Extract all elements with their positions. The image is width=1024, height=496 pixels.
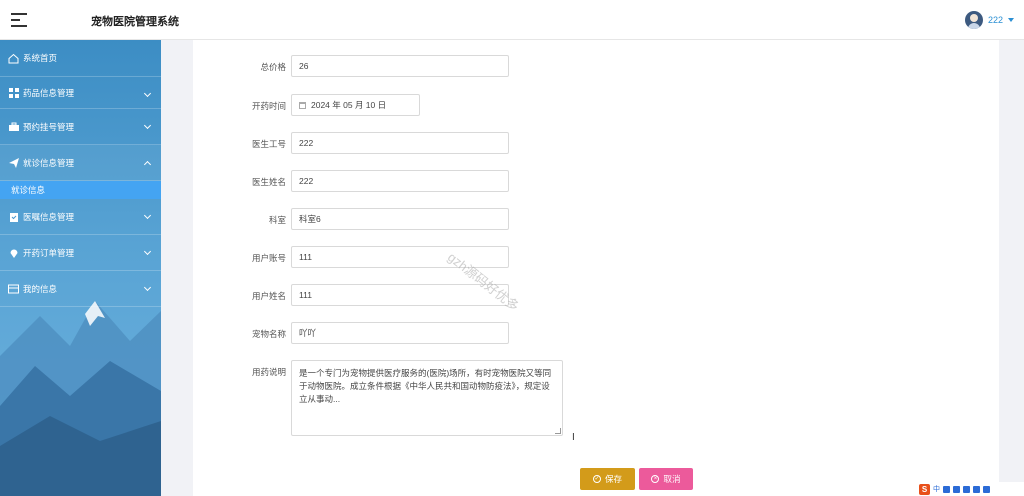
doctor-name-input[interactable]: 222 xyxy=(291,170,509,192)
sidebar-subitem-visit-info[interactable]: 就诊信息 xyxy=(0,181,161,199)
card-icon xyxy=(8,283,19,294)
briefcase-icon xyxy=(8,121,19,132)
home-icon xyxy=(8,53,19,64)
microphone-icon xyxy=(953,485,960,493)
check-circle-icon: ✓ xyxy=(592,475,601,483)
ime-toolbar[interactable]: S 中 xyxy=(917,482,1024,496)
form-row-user-account: 用户账号 111 xyxy=(193,246,999,268)
save-button-label: 保存 xyxy=(604,474,622,484)
punctuation-icon xyxy=(943,485,950,493)
form-row-total-price: 总价格 26 xyxy=(193,55,999,77)
caret-down-icon xyxy=(1008,18,1014,22)
close-circle-icon: × xyxy=(651,475,660,483)
user-name-input[interactable]: 111 xyxy=(291,284,509,306)
doctor-id-label: 医生工号 xyxy=(251,139,286,149)
form-row-prescribe-time: 开药时间 2024 年 05 月 10 日 xyxy=(193,94,999,116)
total-price-label: 总价格 xyxy=(260,62,286,72)
sidebar-item-label: 开药订单管理 xyxy=(23,247,75,258)
mountain-background xyxy=(0,301,161,496)
location-pin-icon xyxy=(8,247,19,258)
sidebar-item-profile[interactable]: 我的信息 xyxy=(0,271,161,307)
sidebar-item-prescription[interactable]: 开药订单管理 xyxy=(0,235,161,271)
usage-note-textarea[interactable]: 是一个专门为宠物提供医疗服务的(医院)场所，有时宠物医院又等同于动物医院。成立条… xyxy=(291,360,563,436)
sidebar-item-label: 系统首页 xyxy=(23,53,58,63)
chevron-down-icon xyxy=(143,211,152,220)
sidebar-item-label: 医嘱信息管理 xyxy=(23,211,75,222)
menu-toggle-icon[interactable] xyxy=(11,12,27,28)
page-right-gutter xyxy=(999,40,1024,496)
user-menu[interactable]: 222 xyxy=(964,11,1014,29)
form-row-department: 科室 科室6 xyxy=(193,208,999,230)
grid-icon xyxy=(8,87,19,98)
calendar-icon xyxy=(299,101,306,109)
sidebar-item-home[interactable]: 系统首页 xyxy=(0,40,161,77)
resize-handle-icon[interactable] xyxy=(555,428,561,434)
form-row-user-name: 用户姓名 111 xyxy=(193,284,999,306)
department-label: 科室 xyxy=(268,215,286,225)
text-cursor-icon: I xyxy=(572,432,575,443)
keyboard-icon xyxy=(963,485,970,493)
sidebar-item-label: 药品信息管理 xyxy=(23,87,75,98)
avatar xyxy=(964,11,983,29)
prescribe-time-value: 2024 年 05 月 10 日 xyxy=(311,100,387,110)
department-input[interactable]: 科室6 xyxy=(291,208,509,230)
top-bar: 宠物医院管理系统 222 xyxy=(0,0,1024,40)
save-button[interactable]: ✓ 保存 xyxy=(580,468,635,490)
form-panel: 总价格 26 开药时间 2024 年 05 月 10 日 医生工号 222 医生… xyxy=(193,40,999,496)
sidebar-item-label: 我的信息 xyxy=(23,283,58,294)
pet-name-input[interactable]: 吖吖 xyxy=(291,322,509,344)
pet-name-label: 宠物名称 xyxy=(251,329,286,339)
clipboard-icon xyxy=(8,211,19,222)
sidebar: 系统首页 药品信息管理 预约挂号管理 就诊信息管理 就诊信息 医嘱信息管理 开药… xyxy=(0,40,161,496)
cancel-button-label: 取消 xyxy=(663,474,681,484)
sidebar-item-label: 预约挂号管理 xyxy=(23,121,75,132)
form-row-doctor-id: 医生工号 222 xyxy=(193,132,999,154)
chevron-down-icon xyxy=(143,89,152,98)
sidebar-item-appointment[interactable]: 预约挂号管理 xyxy=(0,109,161,145)
prescribe-time-label: 开药时间 xyxy=(251,101,286,111)
sidebar-nav: 系统首页 药品信息管理 预约挂号管理 就诊信息管理 就诊信息 医嘱信息管理 开药… xyxy=(0,40,161,307)
paper-plane-icon xyxy=(8,157,19,168)
chevron-down-icon xyxy=(143,121,152,130)
ime-language: 中 xyxy=(933,486,940,493)
chevron-up-icon xyxy=(143,160,152,169)
toolbox-icon xyxy=(983,485,990,493)
chevron-down-icon xyxy=(143,283,152,292)
app-title: 宠物医院管理系统 xyxy=(91,16,179,28)
cancel-button[interactable]: × 取消 xyxy=(639,468,693,490)
sidebar-item-medicine[interactable]: 药品信息管理 xyxy=(0,77,161,109)
user-name-label: 用户姓名 xyxy=(251,291,286,301)
username: 222 xyxy=(987,15,1003,25)
sogou-logo-icon: S xyxy=(919,483,930,495)
sidebar-item-label: 就诊信息管理 xyxy=(23,157,75,168)
sidebar-item-visit[interactable]: 就诊信息管理 xyxy=(0,145,161,181)
skin-icon xyxy=(973,485,980,493)
form-row-usage-note: 用药说明 是一个专门为宠物提供医疗服务的(医院)场所，有时宠物医院又等同于动物医… xyxy=(193,360,999,438)
total-price-input[interactable]: 26 xyxy=(291,55,509,77)
sidebar-item-orders[interactable]: 医嘱信息管理 xyxy=(0,199,161,235)
doctor-name-label: 医生姓名 xyxy=(251,177,286,187)
prescribe-time-picker[interactable]: 2024 年 05 月 10 日 xyxy=(291,94,420,116)
doctor-id-input[interactable]: 222 xyxy=(291,132,509,154)
user-account-label: 用户账号 xyxy=(251,253,286,263)
chevron-down-icon xyxy=(143,247,152,256)
form-row-doctor-name: 医生姓名 222 xyxy=(193,170,999,192)
user-account-input[interactable]: 111 xyxy=(291,246,509,268)
usage-note-label: 用药说明 xyxy=(251,367,286,377)
form-row-pet-name: 宠物名称 吖吖 xyxy=(193,322,999,344)
